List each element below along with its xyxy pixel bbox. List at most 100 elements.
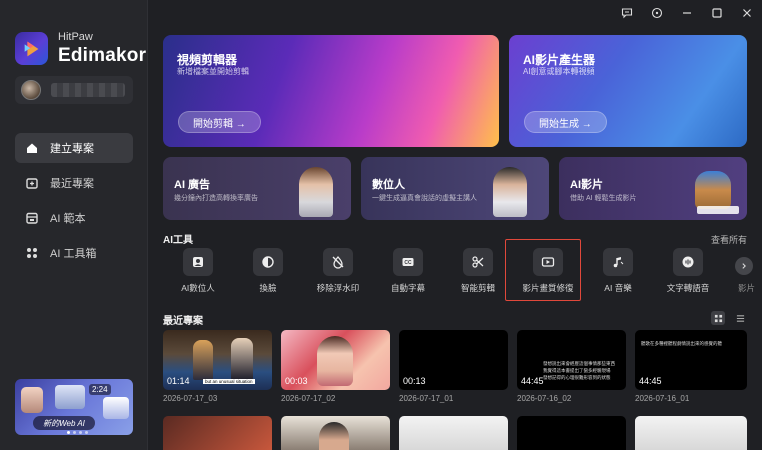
project-thumbnail[interactable] <box>163 416 272 450</box>
chat-icon <box>621 8 633 19</box>
feature-subtitle: 借助 AI 輕鬆生成影片 <box>570 195 637 202</box>
template-icon <box>25 211 39 225</box>
start-editing-button[interactable]: 開始剪輯 → <box>178 111 261 133</box>
close-icon <box>743 9 751 17</box>
music-icon <box>603 248 633 276</box>
project-thumbnail[interactable] <box>399 416 508 450</box>
grid-view-icon[interactable] <box>711 311 725 325</box>
promo-pagination-dots[interactable] <box>67 431 88 434</box>
feature-title: AI 廣告 <box>174 179 211 191</box>
project-date: 2026-07-16_01 <box>635 394 690 403</box>
tool-label: 智能剪輯 <box>460 283 495 293</box>
list-view-icon[interactable] <box>733 311 747 325</box>
face-swap-icon <box>253 248 283 276</box>
thumbnail-caption: but an unusual situation <box>203 379 255 384</box>
sidebar-item-templates[interactable]: AI 範本 <box>15 203 133 233</box>
feature-title: 數位人 <box>372 179 405 191</box>
tool-ai-music[interactable]: AI 音樂 <box>583 246 653 298</box>
promo-image <box>103 397 129 419</box>
chevron-right-icon <box>742 263 746 269</box>
tool-face-swap[interactable]: 換臉 <box>233 246 303 298</box>
video-editor-card[interactable]: 視頻剪輯器 新增檔案並開始剪輯 開始剪輯 → <box>163 35 499 147</box>
sidebar-item-label: 最近專案 <box>50 178 94 190</box>
feature-person-image <box>493 167 527 217</box>
close-button[interactable] <box>732 0 762 26</box>
tool-ai-avatar[interactable]: AI數位人 <box>163 246 233 298</box>
project-duration: 01:14 <box>167 376 190 386</box>
subtitle-line: 發想記得的心理很難形容到的狀態 <box>543 375 611 380</box>
sidebar-item-recent[interactable]: 最近專案 <box>15 168 133 198</box>
play-logo-icon <box>24 41 38 56</box>
sidebar-item-create-project[interactable]: 建立專案 <box>15 133 133 163</box>
app-logo <box>15 32 48 65</box>
project-thumbnail[interactable]: 發想說出來會經歷這個事情那些東西 我覺得這本書提出了蠻多經驗現場 發想記得的心理… <box>517 330 626 390</box>
tools-scroll-next-button[interactable] <box>735 257 753 275</box>
tool-auto-subtitle[interactable]: CC 自動字幕 <box>373 246 443 298</box>
ai-video-generator-card[interactable]: AI影片產生器 AI創意或腳本轉視頻 開始生成 → <box>509 35 747 147</box>
sidebar-item-label: 建立專案 <box>50 143 94 155</box>
ai-tools-row: AI數位人 換臉 移除浮水印 CC 自動字幕 智能剪輯 影片畫質修復 AI 音樂… <box>163 246 762 298</box>
digital-human-card[interactable]: 數位人 一鍵生成逼真會說話的虛擬主講人 <box>361 157 549 220</box>
window-controls <box>612 0 762 26</box>
watermark-remove-icon <box>323 248 353 276</box>
minimize-button[interactable] <box>672 0 702 26</box>
promo-label: 新的Web AI <box>33 416 95 430</box>
ai-tools-header: AI工具 <box>163 235 193 246</box>
brand-product: Edimakor <box>58 45 147 66</box>
avatar <box>21 80 41 100</box>
web-ai-promo-banner[interactable]: 2:24 新的Web AI <box>15 379 133 435</box>
cc-icon: CC <box>393 248 423 276</box>
feature-subtitle: 幾分鐘內打造高轉換率廣告 <box>174 195 258 202</box>
feature-subtitle: 一鍵生成逼真會說話的虛擬主講人 <box>372 195 477 202</box>
tool-label: 文字轉語音 <box>666 283 710 293</box>
info-icon <box>651 7 663 19</box>
project-thumbnail[interactable]: 00:13 <box>399 330 508 390</box>
project-thumbnail[interactable]: 00:03 <box>281 330 390 390</box>
minimize-icon <box>683 12 691 14</box>
hero-subtitle: 新增檔案並開始剪輯 <box>177 67 249 76</box>
promo-time-label: 2:24 <box>89 384 111 395</box>
project-duration: 00:13 <box>403 376 426 386</box>
recent-icon <box>25 176 39 190</box>
tool-smart-cut[interactable]: 智能剪輯 <box>443 246 513 298</box>
user-account[interactable] <box>15 76 133 104</box>
subtitle-line: 我覺得這本書提出了蠻多經驗現場 <box>543 368 611 373</box>
feedback-button[interactable] <box>612 0 642 26</box>
tts-icon <box>673 248 703 276</box>
settings-button[interactable] <box>642 0 672 26</box>
main-content: 視頻剪輯器 新增檔案並開始剪輯 開始剪輯 → AI影片產生器 AI創意或腳本轉視… <box>148 0 762 450</box>
project-thumbnail[interactable]: 聽歌在多種裡聽程劇情說出來的感覺的聽 44:45 <box>635 330 747 390</box>
project-thumbnail[interactable] <box>517 416 626 450</box>
app-window: HitPaw Edimakor 建立專案 最近專案 AI 範本 AI 工具箱 2… <box>0 0 762 450</box>
ai-ads-card[interactable]: AI 廣告 幾分鐘內打造高轉換率廣告 <box>163 157 351 220</box>
tool-label: 換臉 <box>259 283 277 293</box>
view-all-link[interactable]: 查看所有 <box>711 233 747 246</box>
project-duration: 44:45 <box>639 376 662 386</box>
smart-cut-icon <box>463 248 493 276</box>
user-name-redacted <box>51 83 125 97</box>
sidebar-nav: 建立專案 最近專案 AI 範本 AI 工具箱 <box>15 133 133 273</box>
promo-image <box>55 385 85 409</box>
tool-label: 移除浮水印 <box>316 283 360 293</box>
hero-subtitle: AI創意或腳本轉視頻 <box>523 67 595 76</box>
project-date: 2026-07-17_01 <box>399 394 454 403</box>
feature-cat-image <box>695 171 731 209</box>
selected-tool-highlight <box>505 239 581 301</box>
project-thumbnail[interactable] <box>281 416 390 450</box>
project-thumbnail[interactable]: but an unusual situation 01:14 <box>163 330 272 390</box>
thumbnail-figure <box>231 338 253 380</box>
sidebar-item-toolbox[interactable]: AI 工具箱 <box>15 238 133 268</box>
tool-label: AI 音樂 <box>604 283 632 293</box>
avatar-icon <box>183 248 213 276</box>
maximize-icon <box>712 8 722 18</box>
project-thumbnail[interactable] <box>635 416 747 450</box>
tool-label: AI數位人 <box>181 283 215 293</box>
maximize-button[interactable] <box>702 0 732 26</box>
project-date: 2026-07-16_02 <box>517 394 572 403</box>
ai-video-card[interactable]: AI影片 借助 AI 輕鬆生成影片 <box>559 157 747 220</box>
start-generating-button[interactable]: 開始生成 → <box>524 111 607 133</box>
tool-watermark-remove[interactable]: 移除浮水印 <box>303 246 373 298</box>
tool-label: 自動字幕 <box>390 283 425 293</box>
tool-text-to-speech[interactable]: 文字轉語音 <box>653 246 723 298</box>
svg-text:CC: CC <box>404 260 412 266</box>
